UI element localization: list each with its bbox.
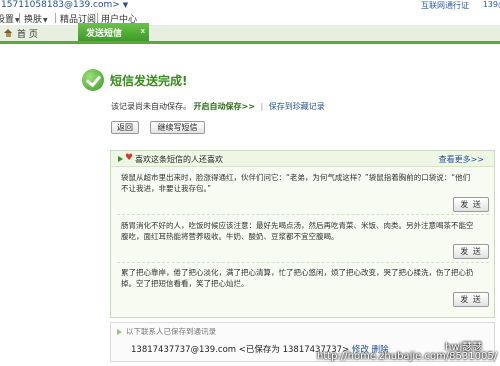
tab-home[interactable]: 首 页 <box>0 25 78 41</box>
see-more-link[interactable]: 查看更多>> <box>439 154 484 165</box>
close-icon[interactable]: x <box>140 27 145 35</box>
sms-message: 袋鼠从超市里出来时，脸涨得通红，伙伴们问它：“老弟，为何气成这样？”袋鼠指着胸前… <box>121 173 471 193</box>
contacts-label-text: 以下联系人已保存到通讯录 <box>126 327 216 336</box>
heart-icon: ♥ <box>125 153 134 163</box>
panel-header: ♥ 喜欢这条短信的人还喜欢 查看更多>> <box>111 151 494 167</box>
phone-number-link[interactable]: 139@ <box>483 0 500 9</box>
top-bar: :15711058183@139.com> ▼ 互联网通行证 139@ <box>0 0 500 11</box>
continue-writing-button[interactable]: 继续写短信 <box>150 121 205 134</box>
menu-separator <box>97 13 98 23</box>
tab-bar: 首 页 发送短信 x <box>0 23 500 44</box>
tab-send-sms[interactable]: 发送短信 x <box>78 23 149 41</box>
save-notice: 该记录尚未自动保存。 开启自动保存>> | 保存到珍藏记录 <box>111 102 325 111</box>
sms-message: 肠胃消化不好的人，吃饭时候应该注意：最好先喝点汤，然后再吃青菜、米饭、肉类。另外… <box>121 221 474 241</box>
sms-message: 累了把心靠岸，倦了把心淡化，满了把心清算，忙了把心悠闲，烦了把心改变，哭了把心揉… <box>121 268 474 288</box>
panel-heading: 喜欢这条短信的人还喜欢 <box>135 155 223 164</box>
home-icon <box>4 29 13 37</box>
send-button[interactable]: 发 送 <box>453 197 489 212</box>
divider <box>117 214 489 215</box>
save-collection-link[interactable]: 保存到珍藏记录 <box>269 102 325 111</box>
back-button[interactable]: 返回 <box>111 121 139 134</box>
tab-home-label: 首 页 <box>17 29 38 40</box>
auto-save-link[interactable]: 开启自动保存>> <box>194 102 255 111</box>
account-address[interactable]: :15711058183@139.com> ▼ <box>0 0 128 10</box>
arrow-icon <box>117 329 122 335</box>
watermark-url: http://home.zhubajie.com/8531005/ <box>317 351 498 362</box>
dropdown-caret-icon[interactable]: ▼ <box>123 1 128 9</box>
menu-item-settings[interactable]: 设置▼ <box>0 12 20 25</box>
contacts-label: 以下联系人已保存到通讯录 <box>117 326 216 337</box>
send-button[interactable]: 发 送 <box>453 292 489 307</box>
tab-send-label: 发送短信 <box>86 28 123 39</box>
menu-separator <box>19 13 20 23</box>
menu-item-skin[interactable]: 换肤▼ <box>24 12 48 25</box>
dropdown-caret-icon: ▼ <box>43 17 48 24</box>
recommendation-panel: ♥ 喜欢这条短信的人还喜欢 查看更多>> 袋鼠从超市里出来时，脸涨得通红，伙伴们… <box>110 150 495 318</box>
divider <box>117 262 489 263</box>
menu-separator <box>55 13 56 23</box>
menu-bar: 设置▼ 换肤▼ 精品订阅 用户中心 <box>0 11 500 25</box>
arrow-icon <box>118 156 123 162</box>
check-icon <box>82 69 104 91</box>
passport-link[interactable]: 互联网通行证 <box>421 0 469 11</box>
page-title: 短信发送完成! <box>110 74 188 88</box>
save-notice-text: 该记录尚未自动保存。 <box>111 102 191 111</box>
send-button[interactable]: 发 送 <box>453 244 489 259</box>
